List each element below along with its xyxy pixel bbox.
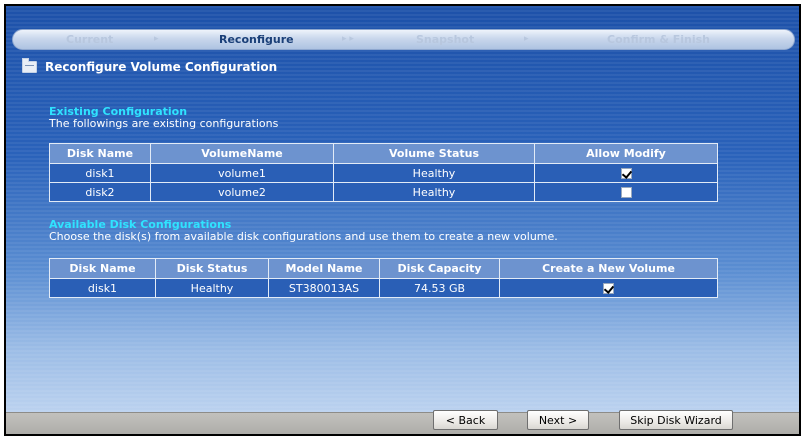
step-arrow-icon: ▸ (524, 34, 529, 44)
step-reconfigure: Reconfigure (219, 33, 294, 46)
table-row: disk1 volume1 Healthy (49, 163, 718, 183)
disk-name-cell: disk1 (49, 278, 156, 298)
column-header: Volume Status (333, 143, 535, 164)
allow-modify-cell (534, 163, 718, 183)
existing-config-subtitle: The followings are existing configuratio… (49, 117, 279, 130)
column-header: Disk Status (155, 258, 269, 279)
page-title-text: Reconfigure Volume Configuration (45, 60, 278, 74)
column-header: Disk Capacity (379, 258, 500, 279)
wizard-progress-bar: Current ▸ Reconfigure ▸ ▸ Snapshot ▸ Con… (12, 29, 795, 50)
step-arrow-icon: ▸ ▸ (342, 34, 354, 44)
next-button[interactable]: Next > (527, 410, 589, 430)
volume-status-cell: Healthy (333, 163, 535, 183)
allow-modify-checkbox-disk2[interactable] (620, 187, 632, 198)
column-header: Disk Name (49, 143, 151, 164)
back-button[interactable]: < Back (433, 410, 498, 430)
allow-modify-checkbox-disk1[interactable] (620, 168, 632, 179)
create-volume-cell (499, 278, 718, 298)
step-confirm-finish: Confirm & Finish (607, 33, 711, 46)
table-header-row: Disk Name VolumeName Volume Status Allow… (49, 143, 718, 164)
volume-name-cell: volume1 (150, 163, 334, 183)
existing-config-table: Disk Name VolumeName Volume Status Allow… (49, 143, 718, 202)
wizard-window: Current ▸ Reconfigure ▸ ▸ Snapshot ▸ Con… (4, 4, 801, 436)
create-volume-checkbox-disk1[interactable] (603, 283, 614, 294)
skip-disk-wizard-button[interactable]: Skip Disk Wizard (619, 410, 733, 430)
column-header: VolumeName (150, 143, 334, 164)
column-header: Create a New Volume (499, 258, 718, 279)
disk-name-cell: disk2 (49, 182, 151, 202)
column-header: Disk Name (49, 258, 156, 279)
table-header-row: Disk Name Disk Status Model Name Disk Ca… (49, 258, 718, 279)
model-name-cell: ST380013AS (268, 278, 380, 298)
step-current: Current (66, 33, 114, 46)
table-row: disk2 volume2 Healthy (49, 182, 718, 202)
column-header: Model Name (268, 258, 380, 279)
disk-capacity-cell: 74.53 GB (379, 278, 500, 298)
volume-status-cell: Healthy (333, 182, 535, 202)
page-title: Reconfigure Volume Configuration (22, 58, 277, 76)
available-disk-table: Disk Name Disk Status Model Name Disk Ca… (49, 258, 718, 298)
table-row: disk1 Healthy ST380013AS 74.53 GB (49, 278, 718, 298)
folder-icon (22, 58, 37, 73)
available-config-subtitle: Choose the disk(s) from available disk c… (49, 230, 558, 243)
disk-name-cell: disk1 (49, 163, 151, 183)
volume-name-cell: volume2 (150, 182, 334, 202)
column-header: Allow Modify (534, 143, 718, 164)
step-arrow-icon: ▸ (154, 34, 159, 44)
disk-status-cell: Healthy (155, 278, 269, 298)
step-snapshot: Snapshot (416, 33, 475, 46)
allow-modify-cell (534, 182, 718, 202)
